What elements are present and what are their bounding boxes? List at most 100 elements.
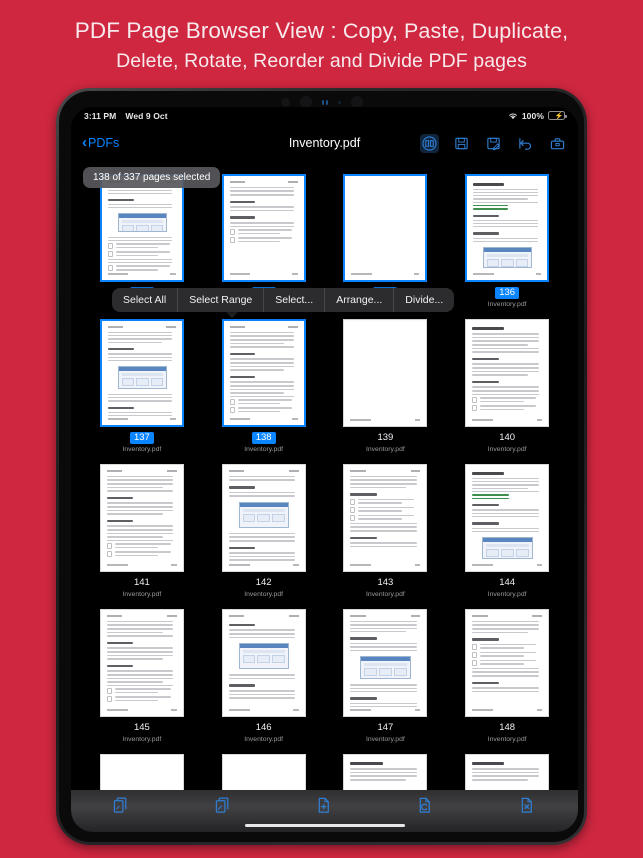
sensor-dot-icon <box>280 97 290 107</box>
page-source-filename: Inventory.pdf <box>365 446 405 453</box>
thumbnail-frame <box>342 318 428 428</box>
home-indicator[interactable] <box>244 823 405 827</box>
back-to-pdfs-button[interactable]: ‹ PDFs <box>82 134 120 151</box>
thumbnail-frame <box>99 463 185 573</box>
selection-action-bar: Select All Select Range Select... Arrange..… <box>112 288 455 312</box>
copy-page-icon[interactable] <box>112 795 132 815</box>
page-preview <box>99 464 184 572</box>
page-thumbnail-cell[interactable]: 148 Inventory.pdf <box>446 605 568 750</box>
page-number-badge: 145 <box>133 722 150 733</box>
promo-headline: PDF Page Browser View : Copy, Paste, Dup… <box>75 17 568 45</box>
page-thumbnail-cell[interactable]: 147 Inventory.pdf <box>325 605 447 750</box>
page-preview <box>99 609 184 717</box>
battery-charging-icon: ⚡ <box>548 111 567 120</box>
thumbnail-frame <box>464 173 550 283</box>
page-preview <box>99 174 184 282</box>
page-source-filename: Inventory.pdf <box>487 736 527 743</box>
delete-page-icon[interactable] <box>517 795 537 815</box>
page-source-filename: Inventory.pdf <box>365 591 405 598</box>
action-button-select-range[interactable]: Select Range <box>178 288 265 312</box>
action-bar-pointer <box>226 312 238 318</box>
battery-percent-label: 100% <box>521 110 544 121</box>
page-thumbnail-grid: 133Inventory.pdf134Inventory.pdf135Inven… <box>71 162 578 806</box>
page-number-badge: 140 <box>499 432 516 443</box>
page-source-filename: Inventory.pdf <box>487 591 527 598</box>
action-button-select[interactable]: Select... <box>264 288 326 312</box>
page-preview <box>343 609 428 717</box>
device-bezel: 3:11 PM Wed 9 Oct 100% ⚡ ‹ PDFs Inventor… <box>59 91 584 842</box>
action-button-arrange[interactable]: Arrange... <box>325 288 395 312</box>
thumbnail-frame <box>221 173 307 283</box>
ambient-sensor-icon <box>337 100 341 104</box>
page-grid-area[interactable]: 138 of 337 pages selected 133Inventory.p… <box>71 162 578 806</box>
page-source-filename: Inventory.pdf <box>122 591 162 598</box>
back-button-label: PDFs <box>88 136 120 150</box>
nav-toolbar <box>420 133 567 153</box>
page-preview <box>343 319 428 427</box>
page-thumbnail-cell[interactable]: 136 Inventory.pdf <box>446 170 568 315</box>
page-number-badge: 141 <box>133 577 150 588</box>
page-thumbnail-cell[interactable]: 143 Inventory.pdf <box>325 460 447 605</box>
thumbnail-frame <box>342 608 428 718</box>
page-source-filename: Inventory.pdf <box>122 736 162 743</box>
page-source-filename: Inventory.pdf <box>365 736 405 743</box>
status-date: Wed 9 Oct <box>125 110 168 121</box>
page-number-badge: 146 <box>255 722 272 733</box>
paste-page-icon[interactable] <box>213 795 233 815</box>
page-number-badge: 142 <box>255 577 272 588</box>
page-thumbnail-cell[interactable]: 146 Inventory.pdf <box>203 605 325 750</box>
undo-icon[interactable] <box>516 134 535 153</box>
page-source-filename: Inventory.pdf <box>244 736 284 743</box>
page-source-filename: Inventory.pdf <box>244 446 284 453</box>
thumbnail-frame <box>464 318 550 428</box>
toolbox-icon[interactable] <box>548 134 567 153</box>
duplicate-page-icon[interactable] <box>314 795 334 815</box>
page-preview <box>221 464 306 572</box>
rotate-page-icon[interactable] <box>416 795 436 815</box>
page-number-badge: 144 <box>499 577 516 588</box>
save-as-icon[interactable] <box>484 134 503 153</box>
page-source-filename: Inventory.pdf <box>244 591 284 598</box>
page-source-filename: Inventory.pdf <box>487 446 527 453</box>
page-thumbnail-cell[interactable]: 144 Inventory.pdf <box>446 460 568 605</box>
page-thumbnail-cell[interactable]: 137 Inventory.pdf <box>81 315 203 460</box>
truedepth-dots-icon <box>321 99 328 105</box>
wifi-icon <box>508 112 518 120</box>
thumbnail-frame <box>464 463 550 573</box>
page-thumbnail-cell[interactable]: 142 Inventory.pdf <box>203 460 325 605</box>
thumbnail-frame <box>221 463 307 573</box>
page-preview <box>465 174 550 282</box>
action-button-divide[interactable]: Divide... <box>394 288 454 312</box>
page-thumbnail-cell[interactable]: 139 Inventory.pdf <box>325 315 447 460</box>
thumbnail-frame <box>99 173 185 283</box>
page-thumbnail-cell[interactable]: 141 Inventory.pdf <box>81 460 203 605</box>
promo-banner: PDF Page Browser View : Copy, Paste, Dup… <box>0 0 643 90</box>
page-number-badge: 136 <box>495 287 520 299</box>
page-number-badge: 147 <box>377 722 394 733</box>
navigation-bar: ‹ PDFs Inventory.pdf <box>71 124 578 162</box>
selection-count-tooltip: 138 of 337 pages selected <box>83 167 221 188</box>
ipad-device: 3:11 PM Wed 9 Oct 100% ⚡ ‹ PDFs Inventor… <box>56 88 587 845</box>
save-icon[interactable] <box>452 134 471 153</box>
action-button-select-all[interactable]: Select All <box>112 288 179 312</box>
status-bar: 3:11 PM Wed 9 Oct 100% ⚡ <box>71 107 578 124</box>
page-browser-view-icon[interactable] <box>420 133 439 153</box>
page-thumbnail-cell[interactable]: 145 Inventory.pdf <box>81 605 203 750</box>
thumbnail-frame <box>99 318 185 428</box>
page-source-filename: Inventory.pdf <box>487 301 527 308</box>
page-preview <box>221 609 306 717</box>
page-number-badge: 138 <box>251 432 276 444</box>
thumbnail-frame <box>221 318 307 428</box>
thumbnail-frame <box>464 608 550 718</box>
chevron-left-icon: ‹ <box>82 134 87 151</box>
page-thumbnail-cell[interactable]: 138 Inventory.pdf <box>203 315 325 460</box>
page-number-badge: 148 <box>499 722 516 733</box>
page-preview <box>465 464 550 572</box>
promo-subline: Delete, Rotate, Reorder and Divide PDF p… <box>116 49 527 72</box>
thumbnail-frame <box>342 463 428 573</box>
page-preview <box>465 609 550 717</box>
page-thumbnail-cell[interactable]: 140 Inventory.pdf <box>446 315 568 460</box>
page-preview <box>465 319 550 427</box>
page-number-badge: 143 <box>377 577 394 588</box>
device-screen: 3:11 PM Wed 9 Oct 100% ⚡ ‹ PDFs Inventor… <box>71 107 578 832</box>
